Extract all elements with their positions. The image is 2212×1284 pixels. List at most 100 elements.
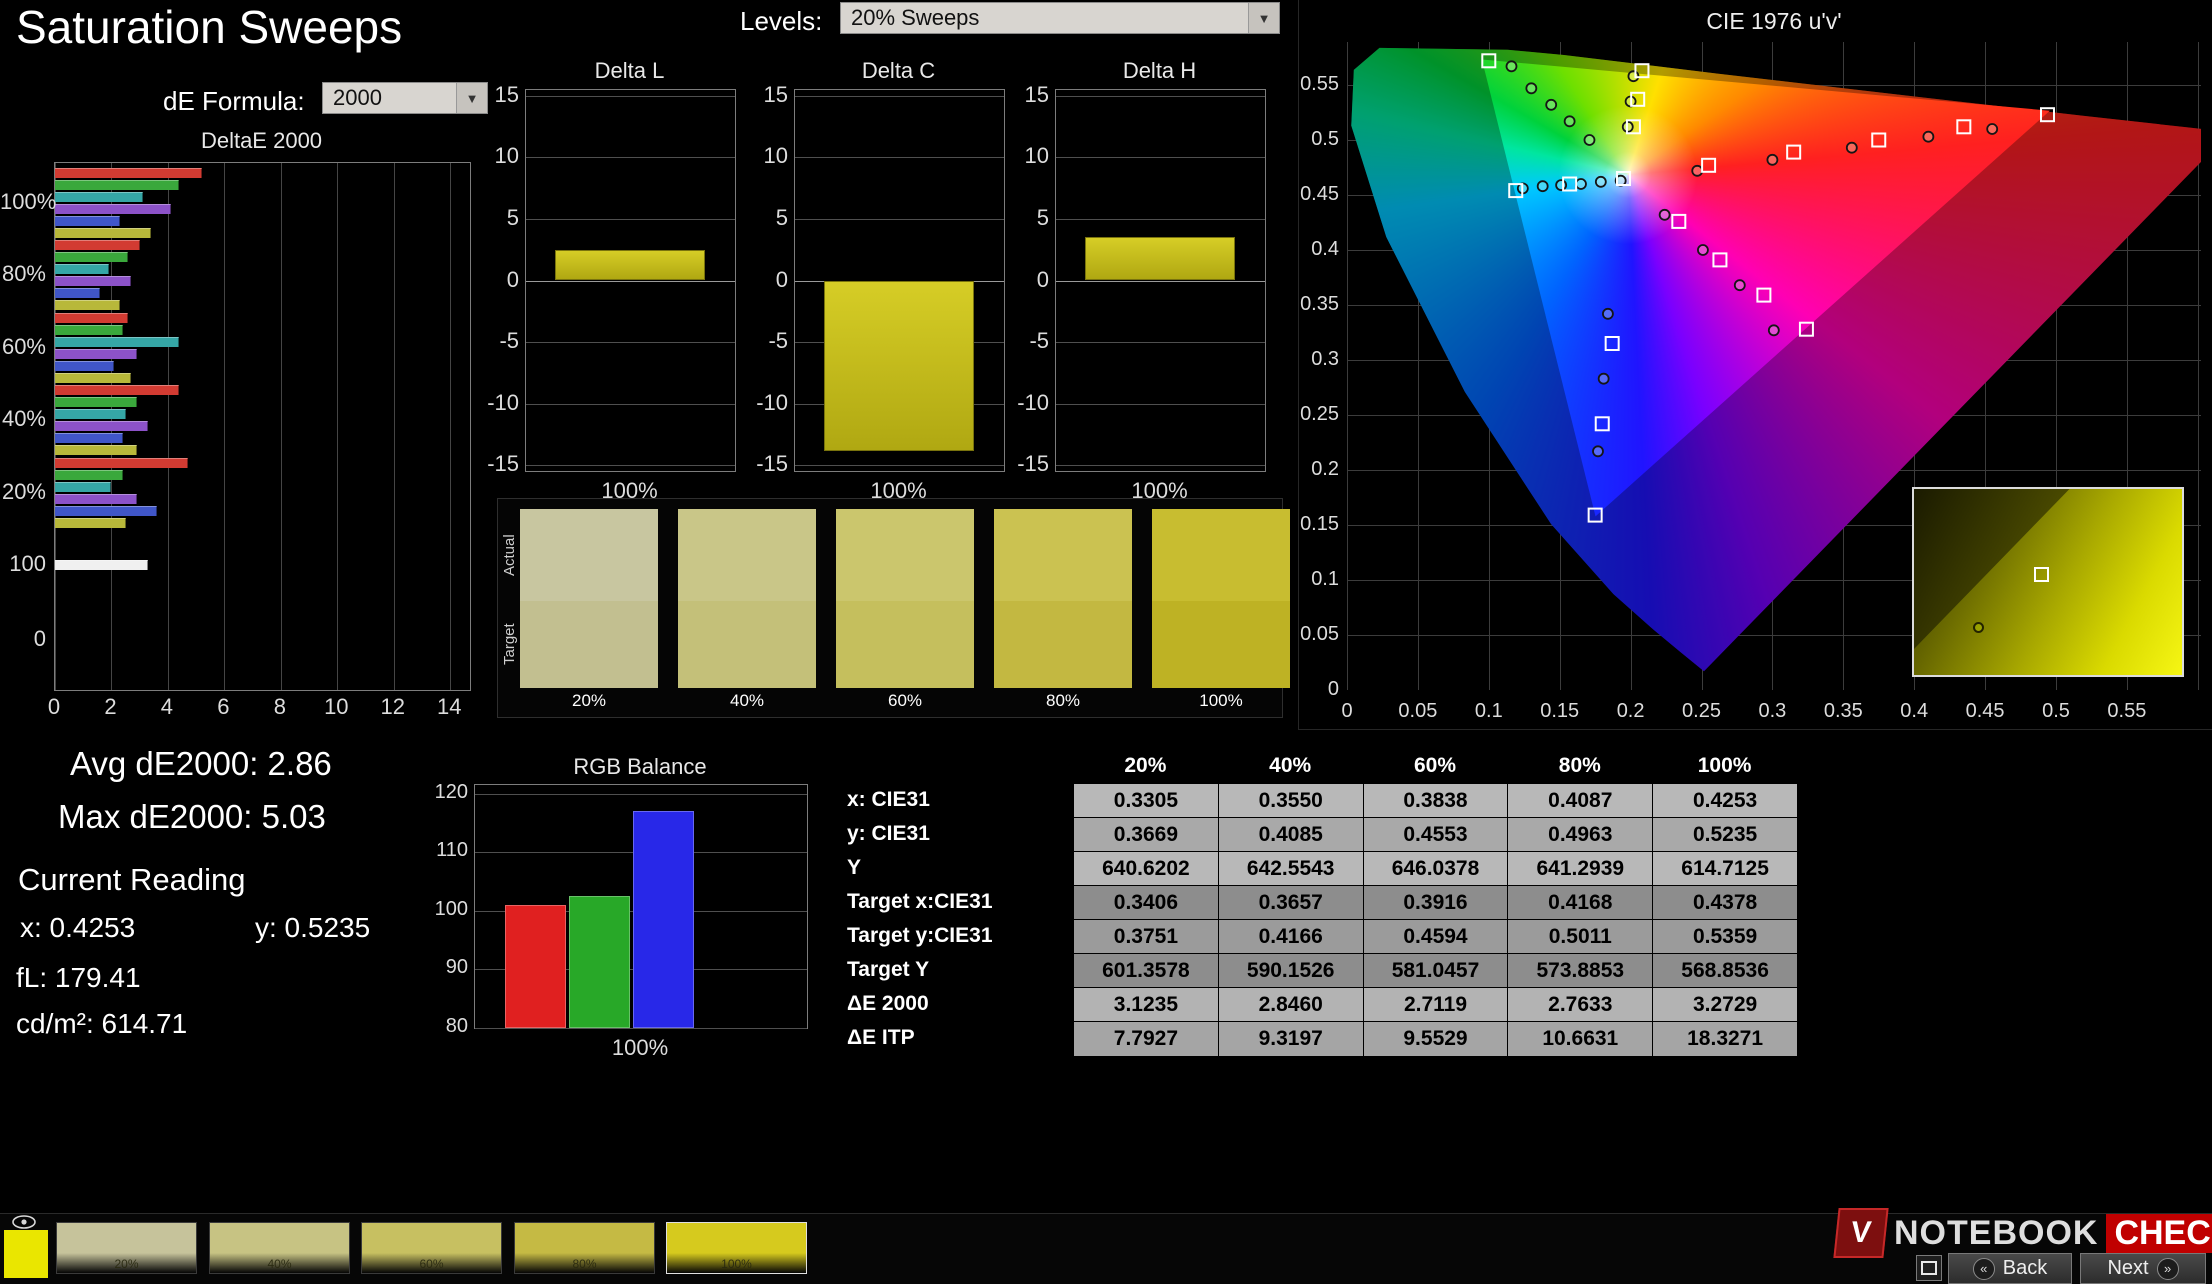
measured-point [1584,135,1594,145]
actual-swatch [836,509,974,601]
level-swatch-label: 60% [362,1257,501,1271]
measured-point [1628,71,1638,81]
table-cell: 2.7119 [1363,987,1508,1022]
next-button[interactable]: Next » [2080,1253,2206,1284]
table-cell: 2.8460 [1218,987,1363,1022]
gridline [1056,281,1265,282]
bottom-bar: V NOTEBOOK CHECK « Back Next » 20%40%60%… [0,1213,2212,1284]
delta_h-title: Delta H [1055,58,1264,84]
row-label: ΔE 2000 [833,987,1073,1022]
y-tick-label: 15 [475,82,519,108]
deltae-sweep-title: DeltaE 2000 [54,128,469,154]
y-tick-label: -15 [475,451,519,477]
target-point [1957,120,1970,133]
x-tick-label: 10 [324,694,348,720]
de-bar [55,482,111,492]
de-bar [55,325,123,335]
de-bar [55,264,109,274]
gridline [526,465,735,466]
gridline [224,163,225,690]
table-cell: 0.3838 [1363,783,1508,818]
measured-point [1576,179,1586,189]
de-bar [55,240,140,250]
y-tick-label: -15 [1005,451,1049,477]
gridline [526,404,735,405]
de-formula-value: 2000 [333,85,382,111]
level-swatch-label: 40% [210,1257,349,1271]
target-swatch [836,601,974,688]
de-bar [55,337,179,347]
swatch-level-label: 80% [994,691,1132,711]
table-cell: 0.4166 [1218,919,1363,954]
level-swatch-40%[interactable]: 40% [209,1222,350,1274]
de-bar [55,276,131,286]
de-bar [55,180,179,190]
delta-bar [1085,237,1235,280]
level-swatch-label: 20% [57,1257,196,1271]
de-bar [55,494,137,504]
y-tick-label: 0 [475,267,519,293]
de-bar [55,349,137,359]
de-bar [55,192,143,202]
y-tick-label: 100 [422,898,468,921]
avg-de2000: Avg dE2000: 2.86 [70,745,332,783]
back-button-label: Back [2003,1257,2047,1280]
de-formula-label: dE Formula: [163,86,305,117]
delta-bar [824,281,974,451]
table-cell: 614.7125 [1652,851,1797,886]
measured-point [1556,180,1566,190]
chevron-down-icon[interactable]: ▼ [1248,3,1279,33]
table-cell: 0.3669 [1073,817,1218,852]
measured-point [1698,245,1708,255]
level-swatch-20%[interactable]: 20% [56,1222,197,1274]
target-point [2041,108,2054,121]
deltae-sweep-plot [54,162,471,691]
table-cell: 642.5543 [1218,851,1363,886]
level-swatch-80%[interactable]: 80% [514,1222,655,1274]
de-bar [55,397,137,407]
y-group-label: 0 [0,626,46,652]
cie-zoom-inset [1912,487,2184,677]
table-cell: 0.3916 [1363,885,1508,920]
y-tick-label: 0.45 [1281,183,1339,206]
target-point [1757,289,1770,302]
de-bar [55,409,126,419]
levels-dropdown[interactable]: 20% Sweeps ▼ [840,2,1280,34]
row-label: Target y:CIE31 [833,919,1073,954]
back-button[interactable]: « Back [1948,1253,2072,1284]
y-tick-label: 0.35 [1281,293,1339,316]
level-swatch-100%[interactable]: 100% [666,1222,807,1274]
y-tick-label: 0.55 [1281,73,1339,96]
target-point [1800,323,1813,336]
gridline [1056,96,1265,97]
gridline [795,219,1004,220]
de-formula-dropdown[interactable]: 2000 ▼ [322,82,488,114]
y-tick-label: 0 [1281,678,1339,701]
measured-point [1987,124,1997,134]
current-reading-label: Current Reading [18,862,245,898]
rgb-bar-green [569,896,630,1028]
gridline [526,219,735,220]
table-row: x: CIE310.33050.35500.38380.40870.4253 [833,783,1797,817]
y-tick-label: 5 [475,205,519,231]
logo-text-notebook: NOTEBOOK [1894,1214,2098,1253]
measured-point [1692,166,1702,176]
level-swatch-60%[interactable]: 60% [361,1222,502,1274]
level-swatch-label: 100% [667,1257,806,1271]
delta_h-plot [1055,89,1266,472]
table-cell: 641.2939 [1507,851,1652,886]
de-bar [55,506,157,516]
target-swatch [520,601,658,688]
actual-target-swatch-panel: Actual Target 20%40%60%80%100% [497,498,1283,718]
target-swatch [678,601,816,688]
page-title: Saturation Sweeps [16,0,402,54]
y-group-label: 100 [0,551,46,577]
table-cell: 568.8536 [1652,953,1797,988]
measured-point [1769,325,1779,335]
rgb-bar-red [505,905,566,1028]
current-y: y: 0.5235 [255,912,370,944]
x-axis-label: 100% [1055,478,1264,504]
restore-window-button[interactable] [1916,1255,1942,1281]
table-corner-cell [833,749,1073,783]
de-bar [55,385,179,395]
